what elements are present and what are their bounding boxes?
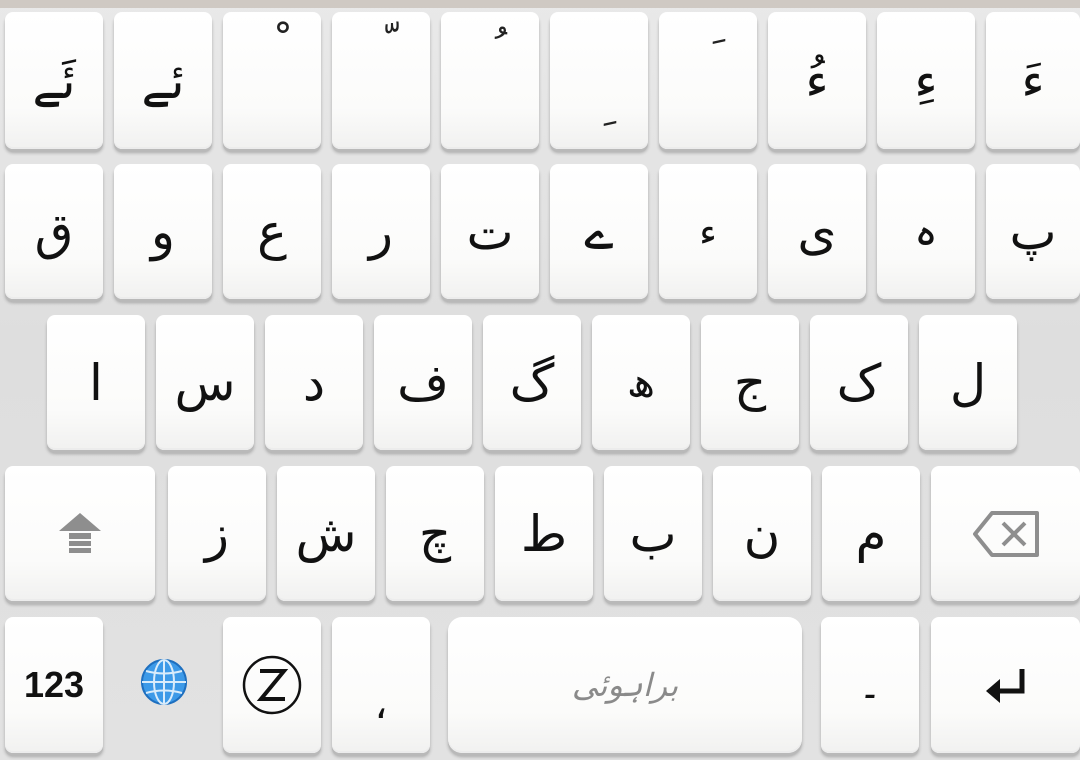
key-row1-8[interactable]: ءُ bbox=[768, 12, 866, 149]
key-label: ف bbox=[397, 353, 449, 412]
key-row2-9[interactable]: ہ bbox=[877, 164, 975, 299]
key-label: ہ bbox=[914, 208, 938, 255]
key-label: ز bbox=[204, 504, 230, 563]
numbers-key[interactable]: 123 bbox=[5, 617, 103, 753]
shift-key[interactable] bbox=[5, 466, 155, 601]
key-label: ئے bbox=[141, 51, 185, 110]
key-row2-2[interactable]: و bbox=[114, 164, 212, 299]
key-row1-10[interactable]: ءَ bbox=[986, 12, 1080, 149]
key-row1-4[interactable]: ّ bbox=[332, 12, 430, 149]
comma-key[interactable]: ، bbox=[332, 617, 430, 753]
key-label: ا bbox=[89, 353, 103, 412]
key-row3-1[interactable]: ا bbox=[47, 315, 145, 450]
key-row1-9[interactable]: ءِ bbox=[877, 12, 975, 149]
key-label: ب bbox=[629, 504, 677, 563]
key-label: ر bbox=[368, 202, 394, 261]
key-label: ش bbox=[295, 504, 357, 563]
z-logo-key[interactable] bbox=[223, 617, 321, 753]
key-row2-1[interactable]: ق bbox=[5, 164, 103, 299]
key-row4-3[interactable]: چ bbox=[386, 466, 484, 601]
key-row2-7[interactable]: ء bbox=[659, 164, 757, 299]
key-label: ط bbox=[520, 504, 568, 563]
shift-icon bbox=[59, 512, 101, 553]
key-label: چ bbox=[418, 504, 452, 563]
key-label: ک bbox=[836, 353, 882, 412]
globe-icon bbox=[141, 659, 187, 705]
key-row3-3[interactable]: د bbox=[265, 315, 363, 450]
comma-key-label: ، bbox=[374, 682, 388, 728]
period-key-label: ۔ bbox=[858, 662, 882, 708]
space-key[interactable]: براہوئی bbox=[448, 617, 802, 753]
key-label: ج bbox=[733, 353, 767, 412]
key-label: ع bbox=[257, 202, 287, 261]
key-label: ی bbox=[797, 202, 837, 261]
key-label: ئَے bbox=[32, 51, 76, 110]
key-row1-7[interactable]: َ bbox=[659, 12, 757, 149]
key-label: ء bbox=[699, 209, 717, 254]
key-label: ھ bbox=[627, 359, 655, 406]
key-row2-8[interactable]: ی bbox=[768, 164, 866, 299]
enter-icon bbox=[985, 669, 1024, 703]
key-row3-5[interactable]: گ bbox=[483, 315, 581, 450]
key-row1-3[interactable]: ْ bbox=[223, 12, 321, 149]
key-row1-1[interactable]: ئَے bbox=[5, 12, 103, 149]
key-row2-4[interactable]: ر bbox=[332, 164, 430, 299]
key-row2-5[interactable]: ت bbox=[441, 164, 539, 299]
period-key[interactable]: ۔ bbox=[821, 617, 919, 753]
key-row4-5[interactable]: ب bbox=[604, 466, 702, 601]
key-label: پ bbox=[1009, 202, 1057, 261]
key-row4-1[interactable]: ز bbox=[168, 466, 266, 601]
backspace-key[interactable] bbox=[931, 466, 1080, 601]
space-key-label: براہوئی bbox=[571, 666, 679, 704]
key-label: ے bbox=[584, 202, 614, 261]
key-row3-7[interactable]: ج bbox=[701, 315, 799, 450]
key-row4-7[interactable]: م bbox=[822, 466, 920, 601]
key-row4-4[interactable]: ط bbox=[495, 466, 593, 601]
key-row4-6[interactable]: ن bbox=[713, 466, 811, 601]
enter-key[interactable] bbox=[931, 617, 1080, 753]
key-row1-2[interactable]: ئے bbox=[114, 12, 212, 149]
key-row3-6[interactable]: ھ bbox=[592, 315, 690, 450]
key-label: س bbox=[174, 353, 236, 412]
key-row2-3[interactable]: ع bbox=[223, 164, 321, 299]
key-row1-6[interactable]: ِ bbox=[550, 12, 648, 149]
key-label: ق bbox=[34, 202, 74, 261]
key-label: د bbox=[302, 353, 326, 412]
key-row3-8[interactable]: ک bbox=[810, 315, 908, 450]
key-label: گ bbox=[509, 353, 555, 412]
key-row2-6[interactable]: ے bbox=[550, 164, 648, 299]
backspace-icon bbox=[972, 510, 1039, 557]
key-label: ل bbox=[949, 353, 987, 412]
key-label: ءُ bbox=[805, 51, 829, 110]
key-row1-5[interactable]: ُ bbox=[441, 12, 539, 149]
numbers-key-label: 123 bbox=[23, 664, 85, 705]
key-label: ن bbox=[743, 504, 781, 563]
key-label: ت bbox=[466, 202, 514, 261]
z-logo-icon bbox=[242, 655, 302, 715]
key-row3-4[interactable]: ف bbox=[374, 315, 472, 450]
key-row2-10[interactable]: پ bbox=[986, 164, 1080, 299]
key-row3-9[interactable]: ل bbox=[919, 315, 1017, 450]
key-label: م bbox=[855, 504, 887, 563]
key-row3-2[interactable]: س bbox=[156, 315, 254, 450]
key-row4-2[interactable]: ش bbox=[277, 466, 375, 601]
globe-button[interactable] bbox=[130, 648, 198, 716]
key-label: و bbox=[150, 202, 176, 261]
top-strip bbox=[0, 0, 1080, 8]
key-label: ءِ bbox=[914, 51, 938, 110]
key-label: ءَ bbox=[1021, 51, 1045, 110]
